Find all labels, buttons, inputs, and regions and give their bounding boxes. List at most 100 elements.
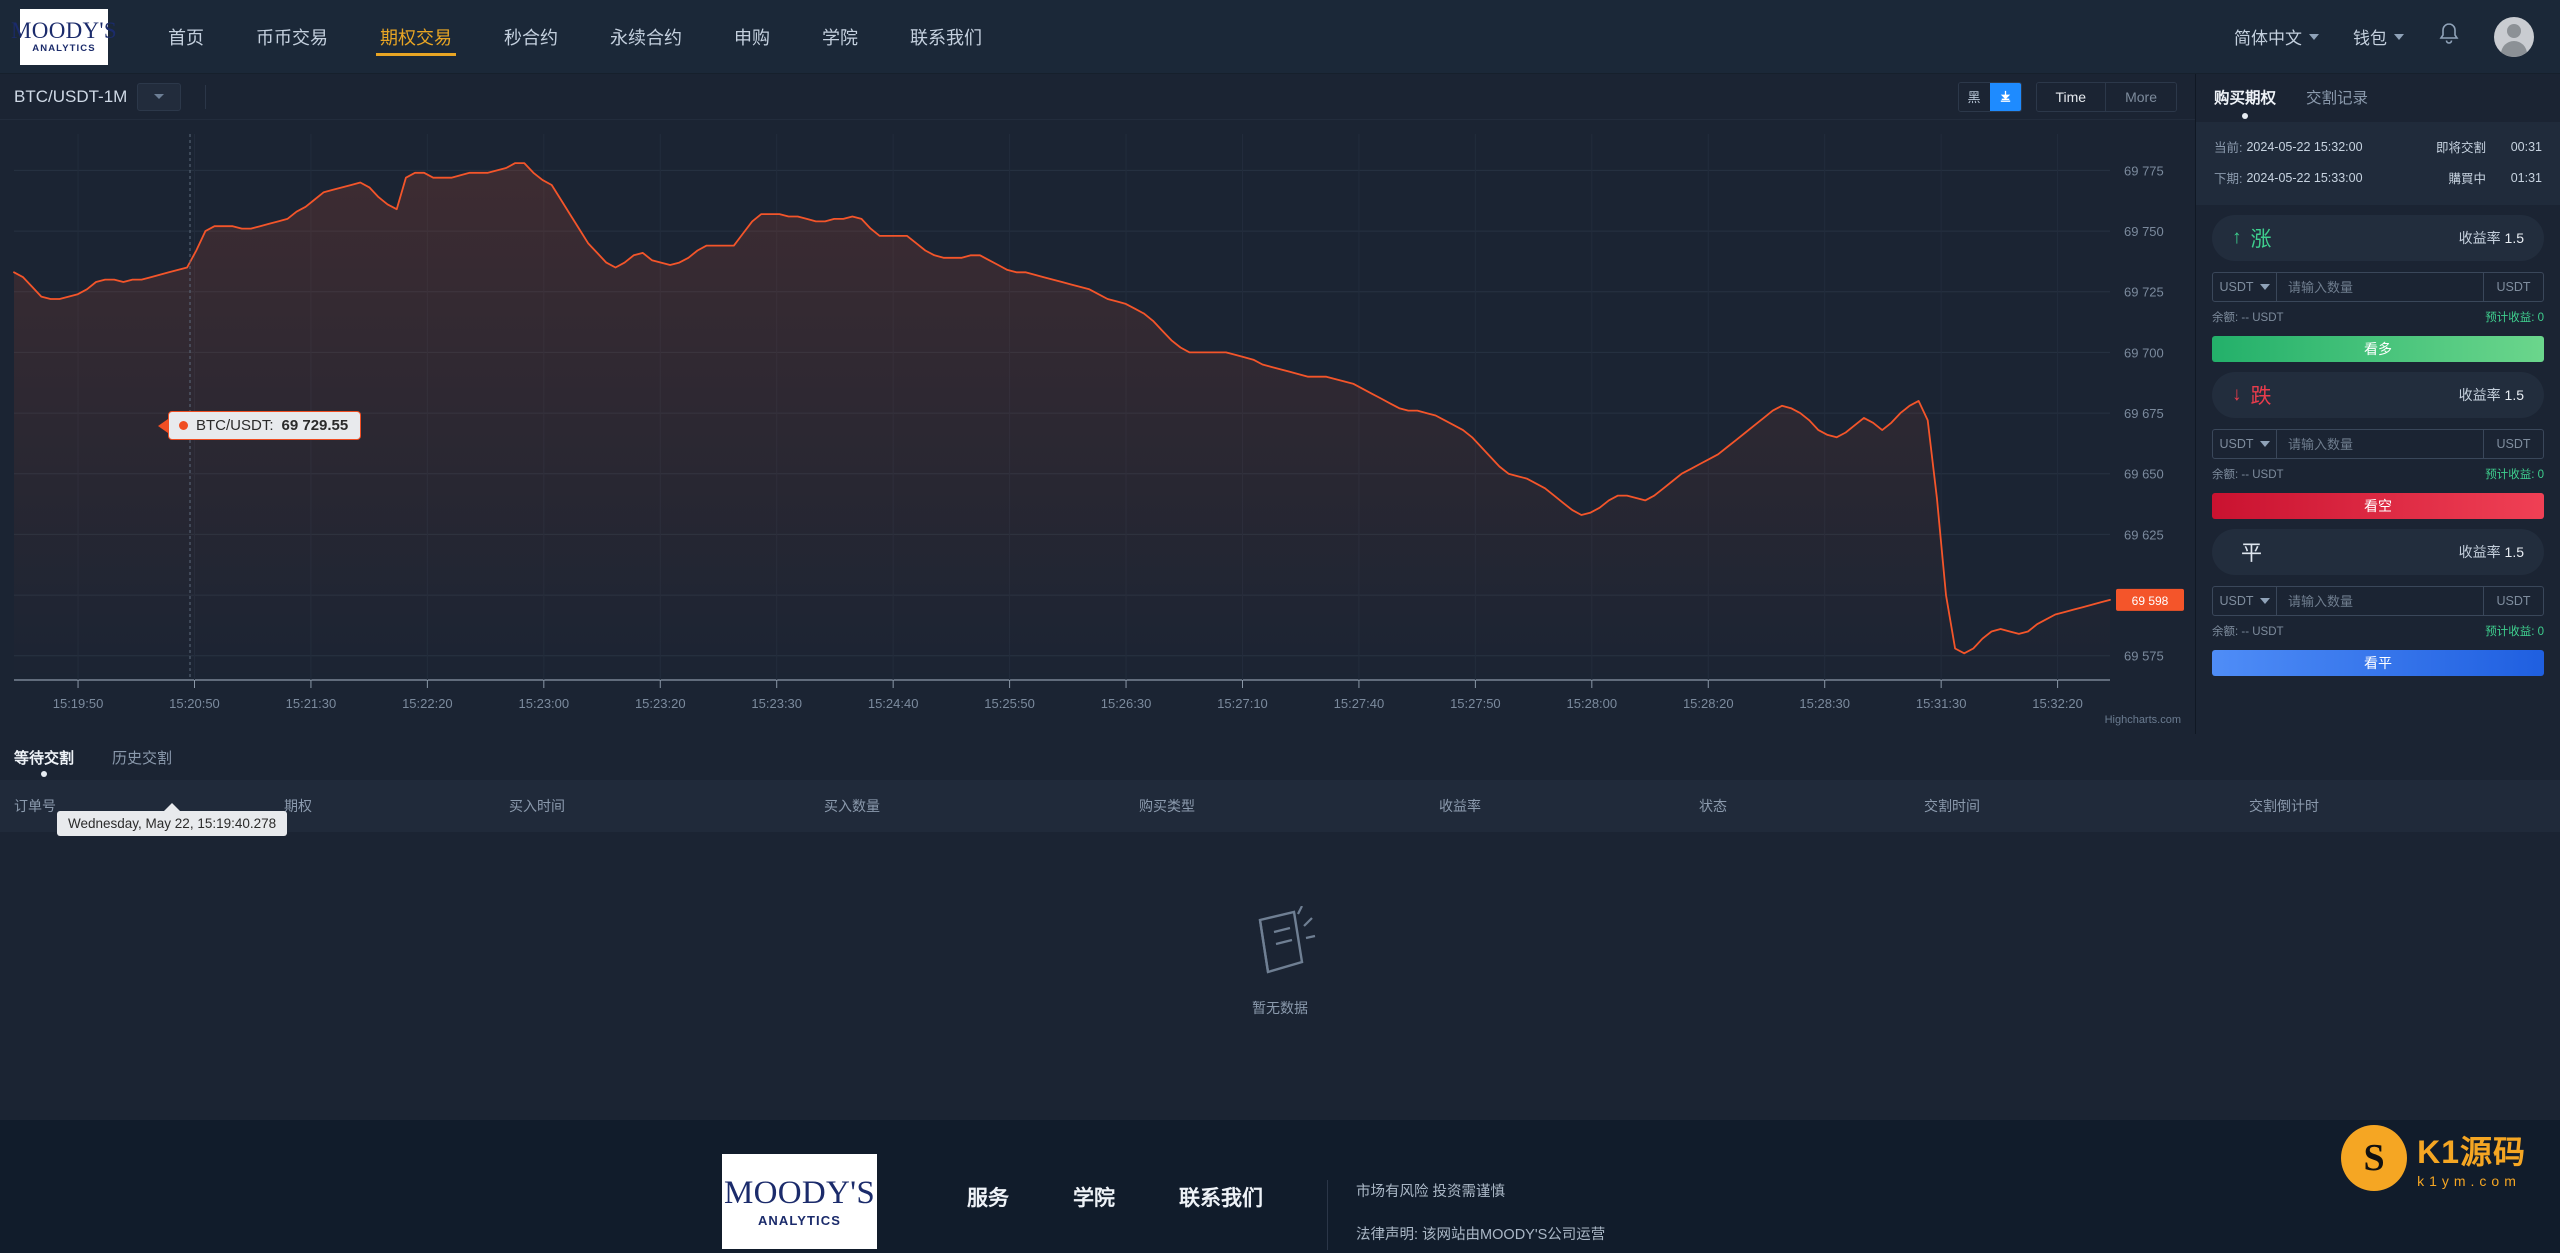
trading-pair-dropdown[interactable] <box>137 83 181 111</box>
option-rate: 收益率 1.5 <box>2459 542 2524 562</box>
watermark-subtitle: k1ym.com <box>2417 1173 2526 1189</box>
highcharts-credit[interactable]: Highcharts.com <box>2105 714 2181 726</box>
direction-arrow-icon: ↓ <box>2232 384 2242 406</box>
nav-item-6[interactable]: 学院 <box>796 0 884 74</box>
currency-suffix: USDT <box>2483 587 2543 615</box>
option-rate-label: 收益率 <box>2459 544 2501 560</box>
x-axis-tick-label: 15:28:00 <box>1567 696 1618 711</box>
amount-input[interactable] <box>2277 587 2483 615</box>
candlestick-chart-icon[interactable]: 黑 <box>1959 83 1990 111</box>
toolbar-right-group: 黑 Time More <box>1958 82 2178 112</box>
x-axis-tick-label: 15:27:50 <box>1450 696 1501 711</box>
workspace: BTC/USDT-1M 黑 <box>0 74 2560 734</box>
option-card-down: ↓跌收益率 1.5USDTUSDT余额: -- USDT预计收益: 0看空 <box>2196 362 2560 519</box>
line-chart-icon[interactable] <box>1990 83 2021 111</box>
chevron-down-icon <box>154 94 164 99</box>
orders-tab-1[interactable]: 历史交割 <box>112 747 172 768</box>
trade-tab-0[interactable]: 购买期权 <box>2214 86 2276 110</box>
nav-items: 首页币币交易期权交易秒合约永续合约申购学院联系我们 <box>142 0 1008 74</box>
expected-profit-text: 预计收益: 0 <box>2485 466 2544 482</box>
option-header: ↓跌收益率 1.5 <box>2212 372 2544 418</box>
period-status: 即将交割 <box>2436 137 2486 156</box>
footer-link-0[interactable]: 服务 <box>967 1182 1009 1212</box>
period-countdown: 00:31 <box>2486 140 2542 154</box>
option-rate-value: 1.5 <box>2505 544 2524 560</box>
watermark-logo-icon: S <box>2341 1125 2407 1191</box>
currency-selector[interactable]: USDT <box>2213 273 2277 301</box>
x-axis-tick-label: 15:28:20 <box>1683 696 1734 711</box>
avatar[interactable] <box>2494 17 2534 57</box>
balance-text: 余额: -- USDT <box>2212 309 2284 325</box>
y-axis-tick-label: 69 725 <box>2124 285 2164 300</box>
currency-selector[interactable]: USDT <box>2213 587 2277 615</box>
timeframe-group: Time More <box>2036 82 2178 112</box>
expected-profit-text: 预计收益: 0 <box>2485 309 2544 325</box>
chart-toolbar: BTC/USDT-1M 黑 <box>0 74 2195 120</box>
nav-item-2[interactable]: 期权交易 <box>354 0 478 74</box>
x-axis-tick-label: 15:20:50 <box>169 696 220 711</box>
trade-panel-tabs: 购买期权 交割记录 <box>2196 74 2560 122</box>
language-selector[interactable]: 简体中文 <box>2234 24 2319 49</box>
amount-input[interactable] <box>2277 430 2483 458</box>
footer: MOODY'S ANALYTICS 服务 学院 联系我们 市场有风险 投资需谨慎法律… <box>0 1120 2560 1253</box>
chevron-down-icon <box>2260 284 2270 290</box>
y-axis-tick-label: 69 775 <box>2124 163 2164 178</box>
orders-column-header-1: 期权 <box>270 796 495 816</box>
orders-tab-0[interactable]: 等待交割 <box>14 747 74 768</box>
nav-item-1[interactable]: 币币交易 <box>230 0 354 74</box>
footer-link-2[interactable]: 联系我们 <box>1179 1182 1263 1212</box>
balance-text: 余额: -- USDT <box>2212 466 2284 482</box>
footer-note-1: 法律声明: 该网站由MOODY'S公司运营 <box>1356 1223 1605 1244</box>
footer-link-1[interactable]: 学院 <box>1073 1182 1115 1212</box>
option-card-flat: 平收益率 1.5USDTUSDT余额: -- USDT预计收益: 0看平 <box>2196 519 2560 676</box>
wallet-menu[interactable]: 钱包 <box>2353 24 2404 49</box>
trading-pair-label: BTC/USDT-1M <box>14 87 127 107</box>
orders-column-header-3: 买入数量 <box>810 796 1125 816</box>
nav-item-7[interactable]: 联系我们 <box>884 0 1008 74</box>
nav-item-3[interactable]: 秒合约 <box>478 0 584 74</box>
watermark-title: K1源码 <box>2417 1127 2526 1173</box>
y-axis-tick-label: 69 650 <box>2124 467 2164 482</box>
nav-item-0[interactable]: 首页 <box>142 0 230 74</box>
option-meta-row: 余额: -- USDT预计收益: 0 <box>2212 623 2544 639</box>
option-rate-value: 1.5 <box>2505 387 2524 403</box>
brand-logo-sub: ANALYTICS <box>32 44 95 54</box>
currency-selector[interactable]: USDT <box>2213 430 2277 458</box>
footer-logo-sub: ANALYTICS <box>758 1214 841 1227</box>
period-status: 購買中 <box>2448 168 2486 187</box>
option-submit-button-flat[interactable]: 看平 <box>2212 650 2544 676</box>
amount-input-row: USDT USDT <box>2212 586 2544 616</box>
footer-divider <box>1327 1180 1328 1250</box>
option-cards: ↑涨收益率 1.5USDTUSDT余额: -- USDT预计收益: 0看多↓跌收… <box>2196 205 2560 676</box>
orders-table-header: 订单号期权买入时间买入数量购买类型收益率状态交割时间交割倒计时 <box>0 780 2560 832</box>
nav-item-5[interactable]: 申购 <box>708 0 796 74</box>
footer-notes: 市场有风险 投资需谨慎法律声明: 该网站由MOODY'S公司运营 <box>1356 1180 1605 1253</box>
option-name: 跌 <box>2251 380 2272 410</box>
amount-input[interactable] <box>2277 273 2483 301</box>
trade-tab-1[interactable]: 交割记录 <box>2306 86 2368 110</box>
x-axis-tick-label: 15:21:30 <box>286 696 337 711</box>
time-button[interactable]: Time <box>2037 83 2107 111</box>
option-title: ↓跌 <box>2232 380 2272 410</box>
x-axis-tick-label: 15:27:40 <box>1334 696 1385 711</box>
nav-item-4[interactable]: 永续合约 <box>584 0 708 74</box>
more-button[interactable]: More <box>2106 83 2176 111</box>
brand-logo[interactable]: MOODY'S ANALYTICS <box>20 9 108 65</box>
x-axis-tick-label: 15:27:10 <box>1217 696 1268 711</box>
trade-panel: 购买期权交割记录 当前:2024-05-22 15:32:00即将交割00:31… <box>2195 74 2560 734</box>
currency-selector-label: USDT <box>2219 594 2253 608</box>
option-submit-button-up[interactable]: 看多 <box>2212 336 2544 362</box>
option-rate: 收益率 1.5 <box>2459 228 2524 248</box>
amount-input-row: USDTUSDT <box>2212 272 2544 302</box>
price-chart[interactable]: 69 77569 75069 72569 70069 67569 65069 6… <box>0 120 2195 734</box>
footer-links: 服务 学院 联系我们 <box>967 1182 1263 1212</box>
period-time: 2024-05-22 15:32:00 <box>2246 140 2362 154</box>
option-submit-button-down[interactable]: 看空 <box>2212 493 2544 519</box>
x-axis-tick-label: 15:25:50 <box>984 696 1035 711</box>
expected-profit-text: 预计收益: 0 <box>2485 623 2544 639</box>
footer-logo[interactable]: MOODY'S ANALYTICS <box>722 1154 877 1249</box>
chevron-down-icon <box>2260 441 2270 447</box>
bell-icon[interactable] <box>2438 22 2460 51</box>
orders-column-header-4: 购买类型 <box>1125 796 1425 816</box>
x-axis-tick-label: 15:23:20 <box>635 696 686 711</box>
